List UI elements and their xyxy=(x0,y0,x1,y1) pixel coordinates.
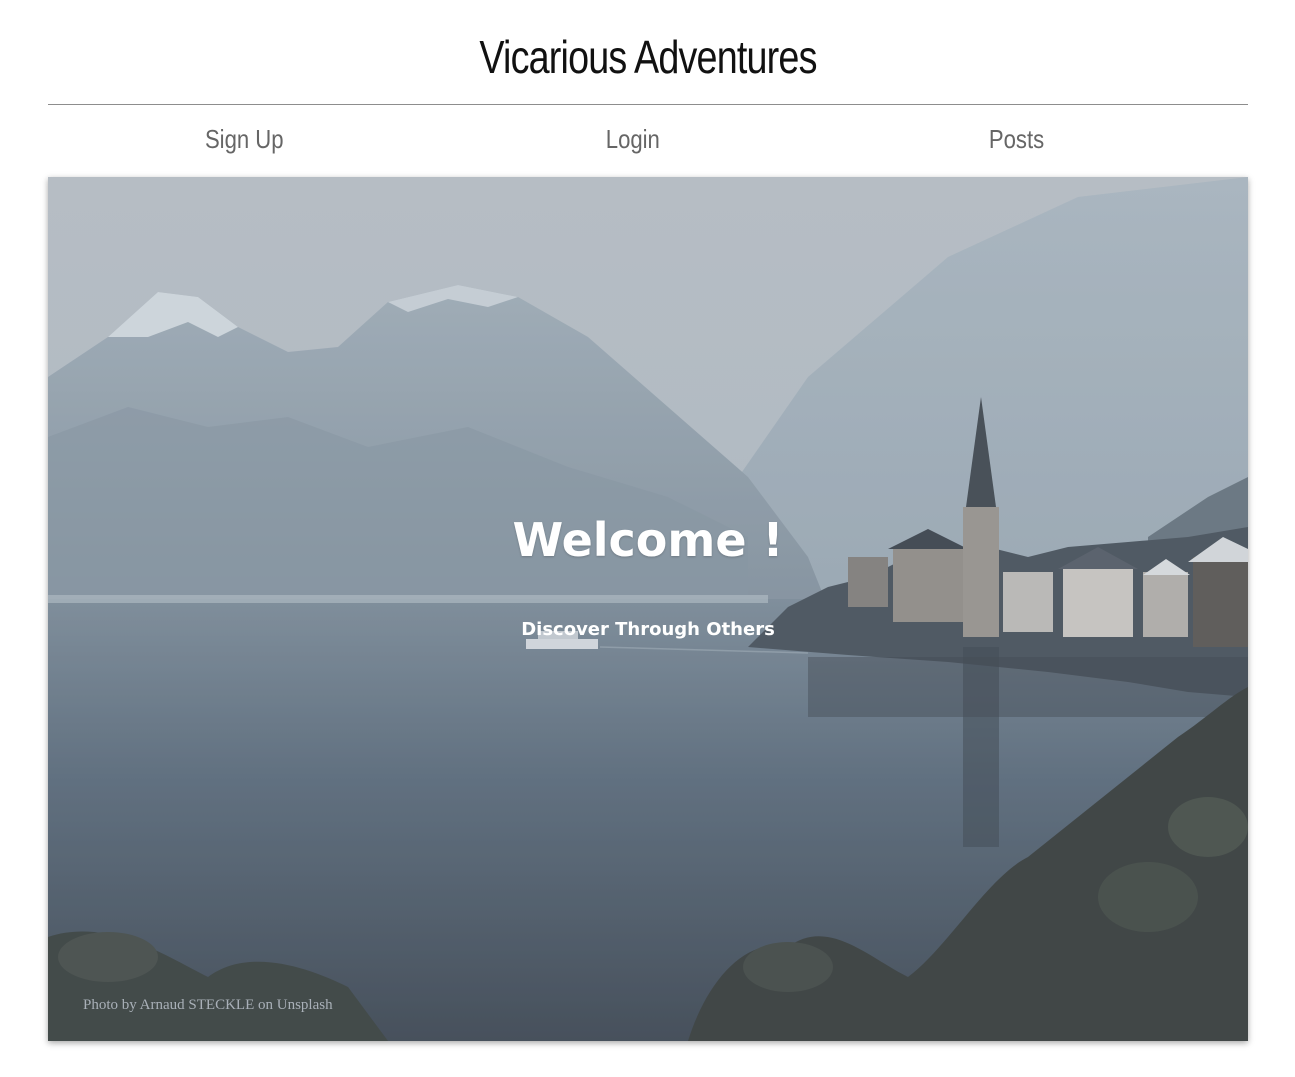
hero-title: Welcome ! xyxy=(512,513,784,567)
site-header: Vicarious Adventures xyxy=(48,0,1248,105)
hero-banner: Welcome ! Discover Through Others Photo … xyxy=(48,177,1248,1041)
main-nav: Sign Up Login Posts xyxy=(48,104,1248,177)
nav-login-link[interactable]: Login xyxy=(606,124,660,155)
page: Vicarious Adventures Sign Up Login Posts xyxy=(0,0,1295,1077)
hero-overlay xyxy=(48,177,1248,1041)
nav-posts-link[interactable]: Posts xyxy=(989,124,1044,155)
photo-credit: Photo by Arnaud STECKLE on Unsplash xyxy=(83,997,333,1013)
site-title: Vicarious Adventures xyxy=(479,31,817,83)
hero-subtitle: Discover Through Others xyxy=(521,619,775,640)
nav-sign-up-link[interactable]: Sign Up xyxy=(205,124,284,155)
